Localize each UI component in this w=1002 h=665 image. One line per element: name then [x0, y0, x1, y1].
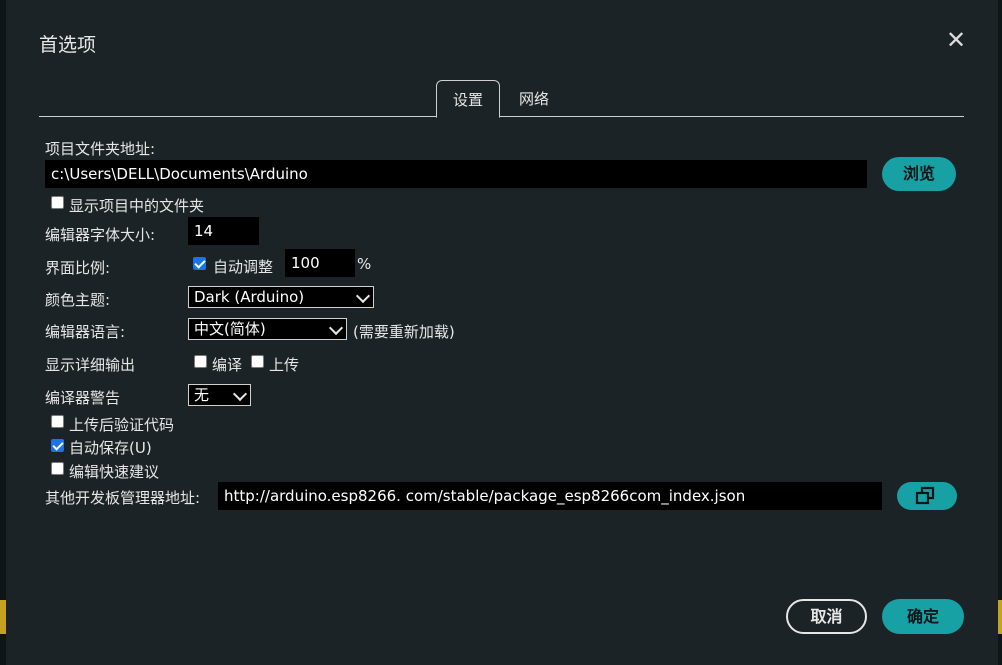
edit-urls-button[interactable]	[897, 482, 957, 510]
language-note: (需要重新加载)	[353, 323, 455, 341]
chevron-down-icon	[232, 386, 248, 402]
theme-select[interactable]: Dark (Arduino)	[188, 286, 374, 308]
auto-scale-label: 自动调整	[213, 258, 274, 276]
language-select[interactable]: 中文(简体)	[188, 318, 347, 340]
chevron-down-icon	[355, 288, 371, 304]
preferences-dialog: 首选项 ✕ 设置 网络 项目文件夹地址: c:\Users\DELL\Docum…	[6, 0, 998, 665]
app-root: 首选项 ✕ 设置 网络 项目文件夹地址: c:\Users\DELL\Docum…	[0, 0, 1002, 665]
auto-scale-checkbox[interactable]	[193, 257, 206, 270]
show-files-label: 显示项目中的文件夹	[69, 197, 205, 215]
autosave-checkbox[interactable]	[51, 439, 64, 452]
cancel-button-label: 取消	[810, 607, 843, 626]
browse-button[interactable]: 浏览	[882, 157, 956, 191]
background-status-strip-right	[998, 600, 1002, 634]
close-icon[interactable]: ✕	[944, 28, 968, 52]
verbose-compile-label: 编译	[212, 356, 243, 374]
board-urls-input[interactable]: http://arduino.esp8266. com/stable/packa…	[218, 482, 882, 510]
tab-network-label: 网络	[518, 90, 549, 108]
sketchbook-path-input[interactable]: c:\Users\DELL\Documents\Arduino	[45, 160, 867, 188]
verify-after-upload-checkbox[interactable]	[51, 415, 64, 428]
theme-label: 颜色主题:	[45, 291, 111, 309]
compiler-warnings-value: 无	[194, 386, 210, 404]
font-size-input[interactable]: 14	[188, 217, 259, 245]
language-select-value: 中文(简体)	[194, 320, 266, 338]
theme-select-value: Dark (Arduino)	[194, 288, 305, 306]
compiler-warnings-select[interactable]: 无	[188, 384, 251, 406]
verbose-compile-checkbox[interactable]	[194, 355, 207, 368]
ok-button[interactable]: 确定	[882, 599, 964, 634]
quick-suggestions-label: 编辑快速建议	[69, 463, 160, 481]
show-files-checkbox[interactable]	[51, 196, 64, 209]
verbose-output-label: 显示详细输出	[45, 356, 136, 374]
chevron-down-icon	[328, 320, 344, 336]
open-window-icon	[915, 486, 935, 505]
scale-input[interactable]: 100	[285, 249, 355, 277]
tab-settings-label: 设置	[452, 91, 483, 109]
tab-network[interactable]: 网络	[506, 80, 562, 116]
browse-button-label: 浏览	[902, 164, 935, 183]
verbose-upload-checkbox[interactable]	[251, 355, 264, 368]
board-urls-label: 其他开发板管理器地址:	[45, 489, 201, 507]
interface-scale-label: 界面比例:	[45, 259, 111, 277]
tab-settings[interactable]: 设置	[436, 80, 500, 118]
verbose-upload-label: 上传	[269, 356, 300, 374]
dialog-title: 首选项	[39, 34, 97, 56]
verify-after-upload-label: 上传后验证代码	[69, 416, 175, 434]
sketchbook-location-label: 项目文件夹地址:	[45, 140, 156, 158]
tabs-divider	[39, 116, 964, 117]
font-size-label: 编辑器字体大小:	[45, 226, 156, 244]
scale-unit: %	[357, 255, 372, 273]
autosave-label: 自动保存(U)	[69, 439, 152, 457]
language-label: 编辑器语言:	[45, 323, 126, 341]
ok-button-label: 确定	[906, 607, 939, 626]
cancel-button[interactable]: 取消	[786, 599, 867, 634]
quick-suggestions-checkbox[interactable]	[51, 462, 64, 475]
compiler-warnings-label: 编译器警告	[45, 389, 121, 407]
